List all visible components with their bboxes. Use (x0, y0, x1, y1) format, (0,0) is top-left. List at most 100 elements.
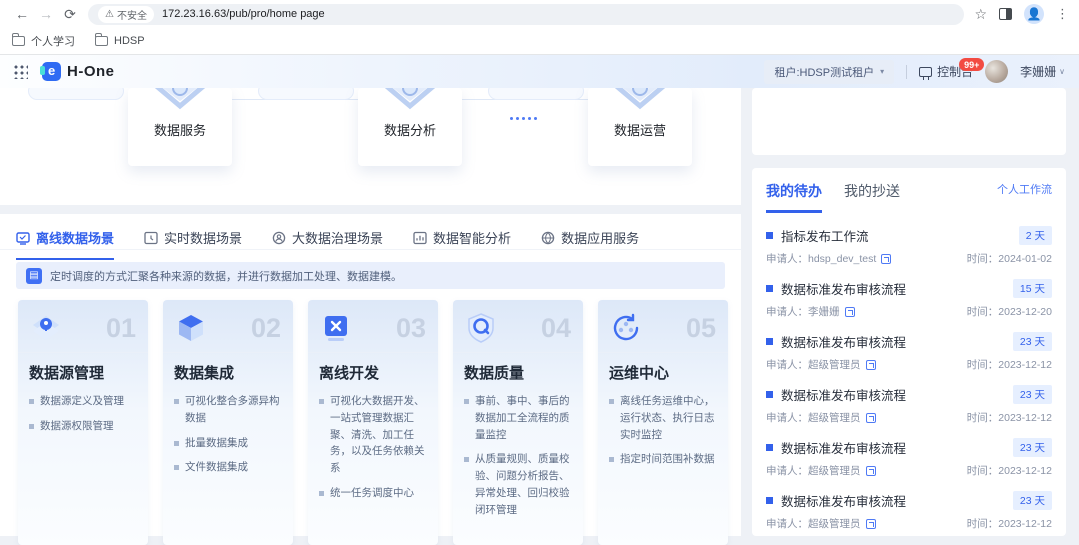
user-name-label: 李姗姗 (1020, 63, 1056, 80)
flow-node-data-service[interactable]: 数据服务 (128, 88, 232, 166)
todo-item[interactable]: 数据标准下线流程 23 天 申请人： 李姗姗 时间：2023-12-12 (766, 531, 1052, 536)
card-point: 可视化整合多源异构数据 (174, 393, 282, 427)
notification-badge: 99+ (959, 58, 984, 71)
card-point: 批量数据集成 (174, 435, 282, 452)
todo-panel: 我的待办 我的抄送 个人工作流 指标发布工作流 2 天 申请人： hdsp_de… (752, 168, 1066, 536)
doc-icon: ▤ (26, 268, 42, 284)
card-point: 事前、事中、事后的数据加工全流程的质量监控 (464, 393, 572, 443)
card-offline-development[interactable]: 03 离线开发 可视化大数据开发、一站式管理数据汇聚、清洗、加工任务，以及任务依… (308, 300, 438, 545)
bookmark-folder-personal[interactable]: 个人学习 (12, 33, 75, 49)
todo-item[interactable]: 数据标准发布审核流程 23 天 申请人： 超级管理员 时间：2023-12-12 (766, 425, 1052, 478)
tab-my-cc[interactable]: 我的抄送 (844, 181, 900, 210)
detail-link-icon[interactable] (866, 413, 876, 423)
tenant-selector[interactable]: 租户:HDSP测试租户 ▾ (764, 60, 894, 84)
tab-offline-data-scene[interactable]: 离线数据场景 (16, 228, 114, 260)
warning-icon: ⚠ (105, 9, 114, 20)
todo-item[interactable]: 数据标准发布审核流程 23 天 申请人： 超级管理员 时间：2023-12-12 (766, 478, 1052, 531)
applicant-label: 申请人： (766, 410, 808, 425)
todo-item[interactable]: 数据标准发布审核流程 23 天 申请人： 超级管理员 时间：2023-12-12 (766, 372, 1052, 425)
offline-scene-icon (16, 231, 30, 245)
browser-menu-icon[interactable]: ⋮ (1056, 6, 1069, 22)
tab-label: 数据智能分析 (433, 228, 511, 247)
address-bar[interactable]: ⚠ 不安全 172.23.16.63/pub/pro/home page (88, 4, 964, 25)
h-one-logo-icon[interactable] (42, 62, 61, 81)
card-number: 04 (541, 315, 571, 342)
applicant-label: 申请人： (766, 304, 808, 319)
tab-big-data-governance-scene[interactable]: 大数据治理场景 (272, 228, 383, 258)
card-title: 数据集成 (174, 362, 282, 383)
layered-diamond-icon (608, 88, 672, 118)
time-label: 时间： (967, 465, 999, 477)
flow-node-data-analysis[interactable]: 数据分析 (358, 88, 462, 166)
reload-icon[interactable]: ⟳ (58, 3, 82, 25)
time-label: 时间： (967, 306, 999, 318)
todo-time: 2023-12-12 (998, 465, 1052, 477)
flow-node-label: 数据运营 (614, 120, 666, 139)
detail-link-icon[interactable] (866, 360, 876, 370)
card-point: 离线任务运维中心，运行状态、执行日志实时监控 (609, 393, 717, 443)
ops-center-icon (610, 312, 642, 344)
scene-cards: 01 数据源管理 数据源定义及管理 数据源权限管理 (18, 300, 741, 545)
app-grid-icon[interactable] (14, 65, 28, 79)
folder-icon (95, 36, 108, 46)
todo-title: 数据标准发布审核流程 (781, 332, 906, 351)
card-data-integration[interactable]: 02 数据集成 可视化整合多源异构数据 批量数据集成 文件数据集成 (163, 300, 293, 545)
datasource-pin-icon (30, 312, 62, 344)
tenant-label: 租户:HDSP测试租户 (774, 64, 874, 80)
todo-time: 2023-12-12 (998, 518, 1052, 530)
side-panel-icon[interactable] (999, 8, 1012, 20)
flow-node-data-operation[interactable]: 数据运营 (588, 88, 692, 166)
back-icon[interactable]: ← (10, 3, 34, 25)
app-logo-text[interactable]: H-One (67, 63, 115, 80)
bookmark-star-icon[interactable]: ☆ (974, 6, 987, 23)
flow-dots (510, 117, 537, 120)
main-content: 数据服务 数据分析 数据运营 离线数据场景 (0, 88, 1079, 536)
detail-link-icon[interactable] (866, 519, 876, 529)
applicant-label: 申请人： (766, 357, 808, 372)
integration-cube-icon (175, 312, 207, 344)
folder-icon (12, 36, 25, 46)
tab-my-todo[interactable]: 我的待办 (766, 181, 822, 213)
personal-workflow-link[interactable]: 个人工作流 (997, 181, 1052, 197)
card-datasource-management[interactable]: 01 数据源管理 数据源定义及管理 数据源权限管理 (18, 300, 148, 545)
item-bullet-icon (766, 444, 773, 451)
detail-link-icon[interactable] (845, 307, 855, 317)
todo-item[interactable]: 数据标准发布审核流程 15 天 申请人： 李姗姗 时间：2023-12-20 (766, 266, 1052, 319)
time-label: 时间： (967, 253, 999, 265)
todo-item[interactable]: 指标发布工作流 2 天 申请人： hdsp_dev_test 时间：2024-0… (766, 213, 1052, 266)
days-badge: 23 天 (1013, 491, 1052, 510)
chevron-down-icon: ∨ (1059, 67, 1065, 76)
time-label: 时间： (967, 518, 999, 530)
item-bullet-icon (766, 285, 773, 292)
applicant-label: 申请人： (766, 463, 808, 478)
app-header: H-One 租户:HDSP测试租户 ▾ 控制台 99+ 李姗姗 ∨ (0, 55, 1079, 88)
item-bullet-icon (766, 232, 773, 239)
browser-profile-avatar[interactable]: 👤 (1024, 4, 1044, 24)
todo-item[interactable]: 数据标准发布审核流程 23 天 申请人： 超级管理员 时间：2023-12-12 (766, 319, 1052, 372)
security-chip[interactable]: ⚠ 不安全 (98, 6, 154, 23)
todo-time: 2023-12-20 (998, 306, 1052, 318)
right-top-card (752, 88, 1066, 155)
days-badge: 15 天 (1013, 279, 1052, 298)
user-avatar[interactable] (985, 60, 1008, 83)
card-data-quality[interactable]: 04 数据质量 事前、事中、事后的数据加工全流程的质量监控 从质量规则、质量校验… (453, 300, 583, 545)
card-title: 数据质量 (464, 362, 572, 383)
notification-area[interactable]: 99+ (985, 60, 1008, 83)
detail-link-icon[interactable] (881, 254, 891, 264)
scene-tabs: 离线数据场景 实时数据场景 大数据治理场景 数据智能分析 数据应用服务 (0, 214, 741, 250)
card-number: 03 (396, 315, 426, 342)
flow-node-label: 数据分析 (384, 120, 436, 139)
applicant-label: 申请人： (766, 251, 808, 266)
tab-data-intelligent-analysis[interactable]: 数据智能分析 (413, 228, 511, 258)
layered-diamond-icon (378, 88, 442, 118)
forward-icon[interactable]: → (34, 3, 58, 25)
user-menu[interactable]: 李姗姗 ∨ (1020, 63, 1065, 80)
detail-link-icon[interactable] (866, 466, 876, 476)
flow-diagram-panel: 数据服务 数据分析 数据运营 (0, 88, 741, 205)
card-ops-center[interactable]: 05 运维中心 离线任务运维中心，运行状态、执行日志实时监控 指定时间范围补数据 (598, 300, 728, 545)
tab-data-application-service[interactable]: 数据应用服务 (541, 228, 639, 258)
bookmark-folder-hdsp[interactable]: HDSP (95, 35, 145, 47)
days-badge: 23 天 (1013, 438, 1052, 457)
realtime-scene-icon (144, 231, 158, 245)
tab-realtime-data-scene[interactable]: 实时数据场景 (144, 228, 242, 258)
